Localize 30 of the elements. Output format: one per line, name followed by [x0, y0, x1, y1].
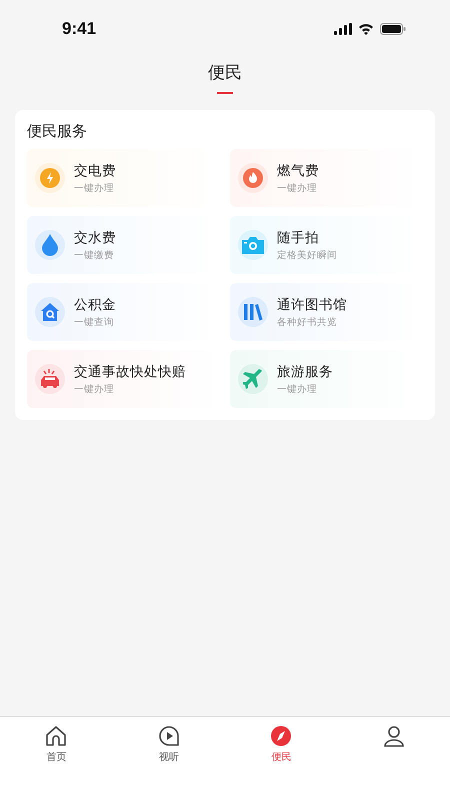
battery-icon	[380, 23, 406, 35]
home-icon	[45, 725, 68, 747]
page-title: 便民	[208, 62, 242, 85]
service-name: 随手拍	[277, 228, 320, 246]
title-underline	[217, 92, 233, 94]
service-description: 一键办理	[74, 382, 115, 396]
compass-icon	[270, 725, 292, 747]
service-name: 燃气费	[277, 162, 319, 180]
tab[interactable]: 便民	[225, 725, 338, 764]
signal-icon	[334, 23, 352, 35]
service-description: 一键办理	[277, 182, 318, 194]
service-description: 一键办理	[277, 382, 318, 396]
tab[interactable]: 视听	[112, 725, 225, 764]
status-time: 9:41	[62, 19, 96, 39]
service-name: 交电费	[74, 162, 116, 180]
tab[interactable]: 首页	[0, 725, 112, 764]
service-name: 交通事故快处快赔	[74, 362, 186, 380]
section-title: 便民服务	[27, 122, 88, 141]
person-icon	[382, 725, 405, 747]
service-description: 一键查询	[74, 316, 115, 328]
service-description: 定格美好瞬间	[277, 248, 337, 262]
service-description: 各种好书共览	[277, 316, 338, 328]
service-name: 交水费	[74, 228, 116, 246]
play-icon	[158, 725, 180, 747]
service-name: 旅游服务	[277, 362, 333, 380]
service-description: 一键缴费	[74, 248, 115, 262]
service-description: 一键办理	[74, 182, 115, 194]
service-name: 公积金	[74, 296, 116, 314]
service-name: 通许图书馆	[277, 296, 347, 314]
wifi-icon	[358, 23, 374, 35]
